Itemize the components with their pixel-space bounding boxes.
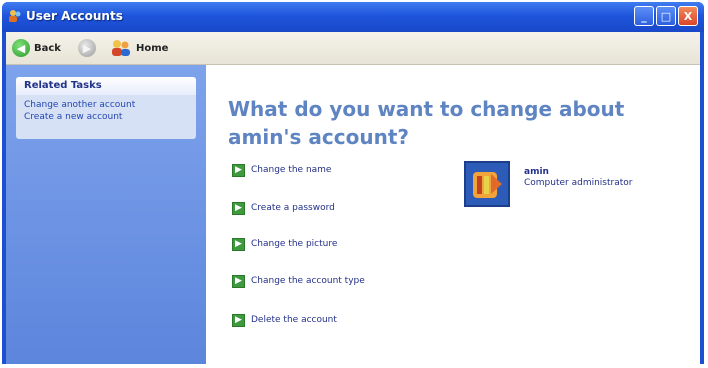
create-new-account-link[interactable]: Create a new account	[16, 111, 196, 123]
back-button[interactable]: ◀ Back	[12, 38, 61, 58]
guitar-picture-icon	[473, 172, 502, 198]
green-arrow-icon: ▶	[232, 313, 245, 327]
task-pane: Related Tasks Change another account Cre…	[6, 65, 206, 364]
back-arrow-icon: ◀	[12, 39, 30, 57]
maximize-icon: □	[660, 9, 672, 23]
green-arrow-icon: ▶	[232, 274, 245, 288]
change-another-account-link[interactable]: Change another account	[16, 99, 196, 111]
forward-arrow-icon: ▶	[78, 39, 96, 57]
page-title: What do you want to change about amin's …	[228, 97, 625, 149]
title-bar[interactable]: User Accounts _ □ X	[2, 2, 704, 32]
task-create-password[interactable]: ▶ Create a password	[232, 199, 335, 217]
account-name: amin	[524, 167, 549, 177]
task-delete-account[interactable]: ▶ Delete the account	[232, 311, 337, 329]
maximize-button[interactable]: □	[656, 6, 676, 26]
close-icon: X	[683, 9, 693, 23]
task-label: Change the name	[251, 165, 332, 175]
minimize-button[interactable]: _	[634, 6, 654, 26]
related-tasks-panel: Related Tasks Change another account Cre…	[16, 77, 196, 139]
task-label: Change the picture	[251, 239, 338, 249]
account-type: Computer administrator	[524, 178, 633, 188]
task-label: Create a password	[251, 203, 335, 213]
user-accounts-icon	[9, 10, 21, 22]
task-change-picture[interactable]: ▶ Change the picture	[232, 235, 337, 253]
task-label: Delete the account	[251, 315, 337, 325]
account-picture	[464, 161, 510, 207]
close-button[interactable]: X	[678, 6, 698, 26]
user-accounts-window: User Accounts _ □ X ◀ Back ▶ Home Relate…	[2, 2, 704, 364]
window-title: User Accounts	[26, 9, 123, 23]
green-arrow-icon: ▶	[232, 163, 245, 177]
back-label: Back	[34, 42, 61, 54]
toolbar: ◀ Back ▶ Home	[6, 32, 700, 65]
home-button[interactable]: Home	[110, 38, 168, 58]
green-arrow-icon: ▶	[232, 201, 245, 215]
task-change-account-type[interactable]: ▶ Change the account type	[232, 272, 365, 290]
home-label: Home	[136, 42, 169, 54]
green-arrow-icon: ▶	[232, 237, 245, 251]
task-change-name[interactable]: ▶ Change the name	[232, 161, 331, 179]
task-label: Change the account type	[251, 276, 365, 286]
minimize-icon: _	[641, 9, 647, 23]
main-content: What do you want to change about amin's …	[206, 65, 700, 364]
home-users-icon	[112, 40, 130, 56]
related-tasks-title: Related Tasks	[16, 77, 196, 95]
forward-button[interactable]: ▶	[78, 38, 96, 58]
